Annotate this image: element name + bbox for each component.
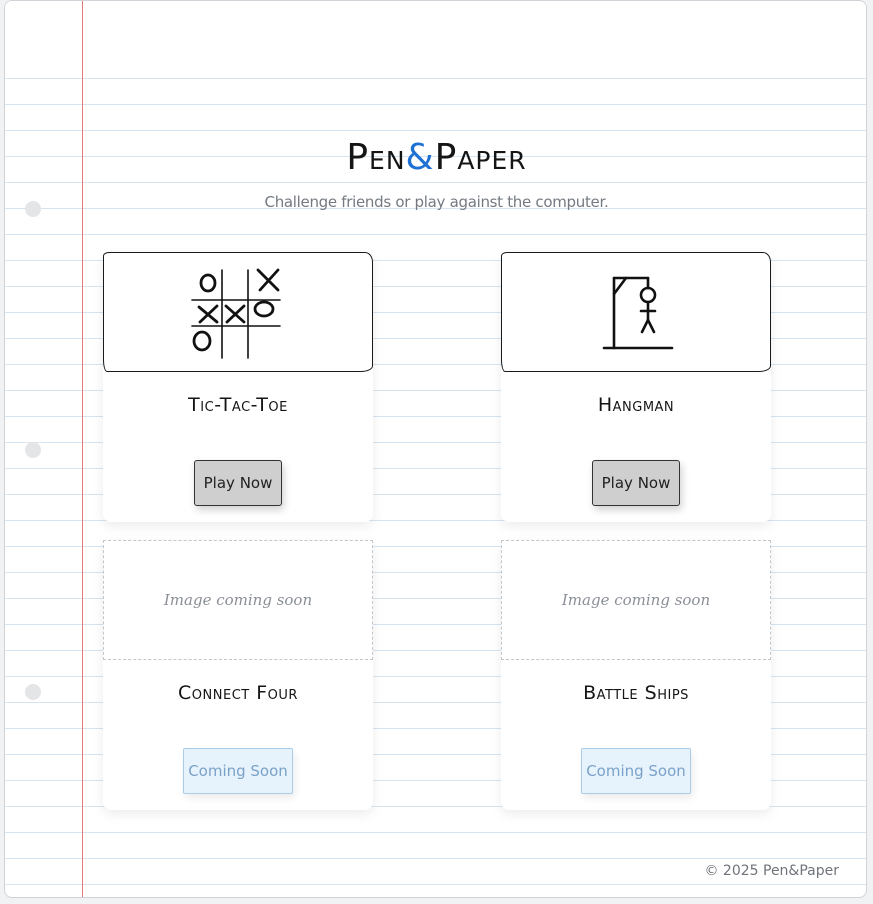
image-placeholder: Image coming soon: [501, 540, 771, 660]
notebook-paper: Pen&Paper Challenge friends or play agai…: [4, 0, 867, 898]
image-placeholder-text: Image coming soon: [561, 591, 711, 609]
game-card-tic-tac-toe: Tic-Tac-Toe Play Now: [103, 252, 373, 522]
game-title: Battle Ships: [583, 682, 689, 704]
paper-top-margin: [5, 1, 866, 78]
page-title: Pen&Paper: [5, 133, 866, 183]
tic-tac-toe-image: [103, 252, 373, 372]
game-card-hangman: Hangman Play Now: [501, 252, 771, 522]
coming-soon-button: Coming Soon: [581, 748, 691, 794]
page-subtitle: Challenge friends or play against the co…: [264, 193, 609, 211]
title-paper: Paper: [434, 137, 527, 178]
coming-soon-button: Coming Soon: [183, 748, 293, 794]
binder-hole: [25, 442, 41, 458]
hangman-icon: [602, 276, 674, 350]
play-now-button[interactable]: Play Now: [194, 460, 282, 506]
binder-hole: [25, 684, 41, 700]
title-pen: Pen: [346, 137, 406, 178]
tic-tac-toe-icon: [191, 268, 281, 359]
image-placeholder: Image coming soon: [103, 540, 373, 660]
title-ampersand: &: [405, 137, 435, 178]
game-card-connect-four: Image coming soon Connect Four Coming So…: [103, 540, 373, 810]
image-placeholder-text: Image coming soon: [163, 591, 313, 609]
play-now-button[interactable]: Play Now: [592, 460, 680, 506]
game-card-battle-ships: Image coming soon Battle Ships Coming So…: [501, 540, 771, 810]
game-title: Tic-Tac-Toe: [188, 394, 288, 416]
footer-copyright: © 2025 Pen&Paper: [704, 863, 839, 879]
hangman-image: [501, 252, 771, 372]
game-title: Hangman: [597, 394, 675, 416]
game-title: Connect Four: [178, 682, 298, 704]
